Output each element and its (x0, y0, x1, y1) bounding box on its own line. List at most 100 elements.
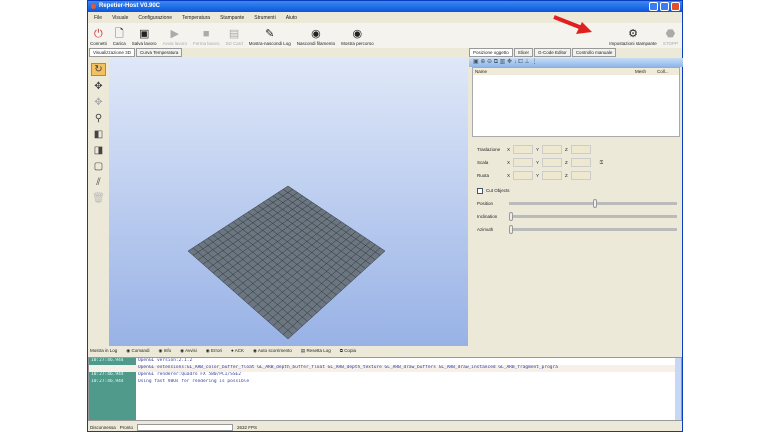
eye-slash-icon: ◉ (311, 28, 321, 40)
progress-bar (137, 424, 234, 431)
3d-view-panel: ↻ ✥ ✥ ⚲ ◧ ◨ ▢ ⫽ 🗑 (88, 58, 468, 346)
transform-field[interactable] (570, 171, 591, 180)
filter-info[interactable]: ◉ Info (158, 348, 171, 355)
menu-printer[interactable]: Stampante (220, 15, 244, 23)
tab-slicer[interactable]: Slicer (513, 48, 534, 57)
view-iso-icon[interactable]: ▢ (94, 161, 103, 172)
hide-filament-button[interactable]: ◉ Nascondi filamento (297, 28, 335, 46)
azimuth-slider-knob[interactable] (509, 225, 513, 234)
log-output[interactable]: 10:27:46.944 OpenGL version:2.1.2 10:27:46… (88, 357, 682, 421)
connect-button[interactable]: ⏻ Connetti (90, 28, 107, 46)
file-icon: 🗋 (114, 28, 124, 40)
move-icon[interactable]: ✥ (94, 81, 102, 92)
filter-warnings[interactable]: ◉ Avvisi (180, 348, 197, 355)
reset-log-button[interactable]: ▤ Resetta Log (301, 348, 331, 355)
object-tool-icons[interactable]: ▣ ⊕ ⊖ ⧉ ▥ ✥ ↓ ⧠ ⊥ ⋮ (473, 59, 537, 65)
floppy-icon: ▣ (138, 28, 150, 40)
close-button[interactable] (671, 2, 680, 11)
tab-object-position[interactable]: Posizione oggetto (469, 48, 513, 57)
pencil-icon: ✎ (265, 28, 275, 40)
inclination-slider[interactable]: Inclination (469, 210, 683, 223)
eye-icon: ◉ (352, 28, 363, 40)
bed-surface (188, 186, 385, 339)
3d-viewport[interactable] (109, 58, 468, 346)
view-top-icon[interactable]: ◨ (94, 145, 103, 156)
cut-objects-checkbox[interactable] (477, 187, 483, 194)
view-toolbar: ↻ ✥ ✥ ⚲ ◧ ◨ ▢ ⫽ 🗑 (88, 58, 109, 346)
sd-card-button[interactable]: ▤ SD Card (226, 28, 243, 46)
log-line: 10:27:46.944 OpenGL version:2.1.2 (91, 358, 193, 363)
axis-label: Y (536, 147, 540, 152)
power-icon: ⏻ (94, 28, 103, 40)
status-bar: Disconnessa Pronto 2632 FPS (88, 423, 682, 432)
object-table[interactable]: Name Mesh Coll... (472, 67, 680, 137)
transform-field[interactable] (513, 145, 534, 154)
filter-commands[interactable]: ◉ Comandi (126, 348, 149, 355)
cut-objects-label: Cut Objects (486, 188, 510, 193)
filter-autoscroll[interactable]: ◉ Auto scorrimento (253, 348, 292, 355)
transform-field[interactable] (513, 158, 534, 167)
column-mesh[interactable]: Mesh (635, 69, 657, 74)
load-button[interactable]: 🗋 Carica (113, 28, 126, 46)
tab-manual-control[interactable]: Controllo manuale (571, 48, 617, 57)
printer-settings-button[interactable]: ⚙ Impostazioni stampante (609, 28, 657, 46)
copy-button[interactable]: ⧉ Copia (340, 348, 356, 355)
parallel-icon[interactable]: ⫽ (96, 177, 100, 188)
move-object-icon[interactable]: ✥ (94, 97, 102, 108)
transform-label: Scala (477, 160, 489, 165)
transform-field[interactable] (542, 171, 563, 180)
axis-label: X (507, 160, 511, 165)
column-collision[interactable]: Coll... (657, 69, 677, 74)
axis-label: Z (565, 160, 568, 165)
tab-gcode-editor[interactable]: G-Code Editor (534, 48, 571, 57)
trash-icon[interactable]: 🗑 (92, 193, 105, 204)
transform-field[interactable] (513, 171, 534, 180)
transform-field[interactable] (570, 145, 591, 154)
menu-tools[interactable]: Strumenti (254, 15, 275, 23)
minimize-button[interactable] (649, 2, 658, 11)
tab-3d-view[interactable]: Visualizzazione 3D (89, 48, 135, 57)
title-bar: Repetier-Host V0.90C (88, 1, 682, 12)
toggle-log-button[interactable]: ✎ Mostra-nascondi Log (249, 28, 291, 46)
log-line: 10:27:46.944 Using fast VBOs for renderin… (91, 379, 250, 384)
maximize-button[interactable] (660, 2, 669, 11)
lock-icon[interactable]: ⚿ (600, 160, 603, 165)
zoom-icon[interactable]: ⚲ (95, 113, 102, 124)
run-job-button[interactable]: ▶ Avvia lavoro (163, 28, 187, 46)
show-path-button[interactable]: ◉ Mostra percorso (341, 28, 374, 46)
menu-config[interactable]: Configurazione (138, 15, 172, 23)
log-line: 10:27:46.944 OpenGL extensions:GL_ARB_col… (89, 365, 681, 372)
filter-errors[interactable]: ◉ Errori (206, 348, 222, 355)
log-scrollbar[interactable] (675, 358, 681, 420)
log-panel: Mostra in Log ◉ Comandi ◉ Info ◉ Avvisi … (88, 346, 682, 423)
transform-row: Scala X Y Z ⚿ (469, 156, 683, 169)
save-job-button[interactable]: ▣ Salva lavoro (132, 28, 157, 46)
transform-field[interactable] (542, 158, 563, 167)
menu-temperature[interactable]: Temperatura (182, 15, 210, 23)
inclination-slider-knob[interactable] (509, 212, 513, 221)
stop-job-button[interactable]: ■ Ferma lavoro (193, 28, 220, 46)
position-slider[interactable]: Position (469, 197, 683, 210)
transform-field[interactable] (570, 158, 591, 167)
tab-temperature-curve[interactable]: Curva Temperatura (135, 48, 183, 57)
fps-readout: 2632 FPS (237, 425, 258, 430)
rotate-icon[interactable]: ↻ (91, 63, 106, 76)
state-status: Pronto (119, 425, 134, 430)
position-slider-knob[interactable] (593, 199, 597, 208)
azimuth-slider[interactable]: Azimuth (469, 223, 683, 236)
sd-card-icon: ▤ (228, 28, 240, 40)
play-icon: ▶ (170, 28, 179, 40)
transform-row: Ruota X Y Z (469, 169, 683, 182)
print-bed (187, 185, 386, 340)
app-icon (91, 4, 96, 9)
axis-label: X (507, 147, 511, 152)
menu-view[interactable]: Visuale (112, 15, 128, 23)
menu-help[interactable]: Aiuto (286, 15, 297, 23)
view-front-icon[interactable]: ◧ (94, 129, 103, 140)
filter-ack[interactable]: ● ACK (231, 348, 244, 355)
column-name[interactable]: Name (475, 69, 635, 74)
red-arrow-annotation (553, 15, 592, 34)
menu-file[interactable]: File (94, 15, 102, 23)
emergency-stop-button[interactable]: ⬣ STOPP (663, 28, 678, 46)
transform-field[interactable] (542, 145, 563, 154)
